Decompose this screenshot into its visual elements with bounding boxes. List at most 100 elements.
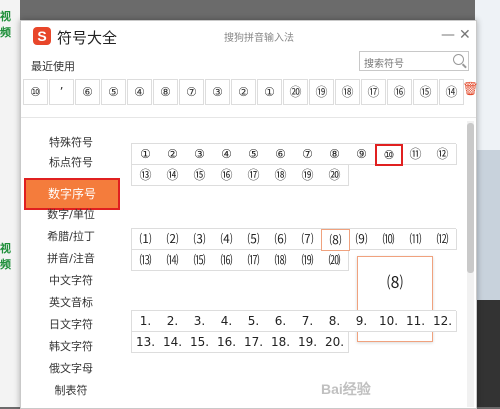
symbol-cell[interactable]: ① [132,144,160,165]
minimize-button[interactable]: — [441,27,455,43]
symbol-cell[interactable]: 10. [375,311,403,332]
recent-symbol[interactable]: ⑦ [179,79,204,105]
symbol-cell[interactable]: ⑥ [267,144,295,165]
symbol-cell[interactable]: 16. [213,332,241,353]
symbol-cell[interactable]: ④ [213,144,241,165]
symbol-cell[interactable]: 15. [186,332,214,353]
symbol-cell[interactable]: ⒂ [186,250,214,271]
window-title: 符号大全 [57,29,118,47]
recent-symbol[interactable]: ① [257,79,282,105]
recent-symbol[interactable]: ⑤ [101,79,126,105]
symbol-cell[interactable]: ⑽ [375,229,403,250]
symbol-cell[interactable]: ⑫ [429,144,457,165]
symbol-cell[interactable]: 3. [186,311,214,332]
symbol-cell[interactable]: 7. [294,311,322,332]
symbol-cell[interactable]: ⑹ [267,229,295,250]
symbol-cell[interactable]: ⑷ [213,229,241,250]
close-icon[interactable]: ✕ [459,27,471,43]
symbol-cell[interactable]: ⒃ [213,250,241,271]
symbol-cell[interactable]: 4. [213,311,241,332]
recent-symbol[interactable]: ’ [49,79,74,105]
symbol-cell[interactable]: ⒀ [132,250,160,271]
recent-symbol[interactable]: ⑲ [309,79,334,105]
symbol-cell[interactable]: 12. [429,311,457,332]
window-subtitle: 搜狗拼音输入法 [224,33,294,44]
symbol-cell[interactable]: 17. [240,332,268,353]
symbol-cell[interactable]: ⑧ [321,144,349,165]
symbol-cell[interactable]: ⑴ [132,229,160,250]
symbol-cell[interactable]: ⑾ [402,229,430,250]
symbol-cell[interactable]: 8. [321,311,349,332]
sidebar-item[interactable]: 希腊/拉丁 [21,226,121,248]
symbol-cell[interactable]: ⑲ [294,165,322,186]
recent-symbol[interactable]: ⑳ [283,79,308,105]
recent-symbol[interactable]: ③ [205,79,230,105]
symbol-cell[interactable]: ⑭ [159,165,187,186]
sidebar-item[interactable]: 制表符 [21,380,121,402]
sidebar-item[interactable]: 拼音/注音 [21,248,121,270]
search-input[interactable] [360,55,448,73]
symbol-cell[interactable]: 14. [159,332,187,353]
symbol-cell[interactable]: ⑵ [159,229,187,250]
symbol-cell[interactable]: ⑶ [186,229,214,250]
symbol-cell[interactable]: 13. [132,332,160,353]
symbol-cell[interactable]: 20. [321,332,349,353]
recent-symbol[interactable]: ⑩ [23,79,48,105]
symbol-cell[interactable]: ⑺ [294,229,322,250]
background-strip [475,0,500,150]
scrollbar[interactable] [467,121,474,407]
sidebar-item[interactable]: 特殊符号 [21,132,121,154]
recent-symbol[interactable]: ⑯ [387,79,412,105]
recent-symbol[interactable]: ④ [127,79,152,105]
symbol-cell[interactable]: ⑦ [294,144,322,165]
recent-symbol[interactable]: ⑧ [153,79,178,105]
symbol-cell[interactable]: 6. [267,311,295,332]
recent-symbol[interactable]: ② [231,79,256,105]
trash-icon[interactable]: 🗑 [462,81,479,99]
symbol-cell[interactable]: ⑤ [240,144,268,165]
symbol-cell[interactable]: ⒁ [159,250,187,271]
sidebar-item[interactable]: 日文字符 [21,314,121,336]
symbol-cell[interactable]: ⑸ [240,229,268,250]
sidebar-item[interactable]: 韩文字符 [21,336,121,358]
sidebar-item[interactable]: 标点符号 [21,152,121,174]
symbol-cell[interactable]: ⑨ [348,144,376,165]
search-box[interactable] [359,51,469,73]
symbol-cell[interactable]: ⑩ [375,144,403,166]
scrollbar-thumb[interactable] [467,123,474,273]
symbol-cell[interactable]: 11. [402,311,430,332]
symbol-cell[interactable]: 2. [159,311,187,332]
sidebar-item[interactable]: 英文音标 [21,292,121,314]
symbol-cell[interactable]: ⑻ [321,229,350,251]
recent-symbol[interactable]: ⑭ [439,79,464,105]
symbol-cell[interactable]: ⑰ [240,165,268,186]
symbol-cell[interactable]: ⑪ [402,144,430,165]
symbol-cell[interactable]: ⑬ [132,165,160,186]
symbol-cell[interactable]: ⒇ [321,250,349,271]
symbol-cell[interactable]: 1. [132,311,160,332]
symbol-cell[interactable]: 19. [294,332,322,353]
symbol-cell[interactable]: ⑼ [348,229,376,250]
sidebar-item[interactable]: 数字/单位 [21,204,121,226]
sidebar-item[interactable]: 中文字符 [21,270,121,292]
symbol-cell[interactable]: ⒆ [294,250,322,271]
symbol-cell[interactable]: 18. [267,332,295,353]
symbol-cell[interactable]: ⑯ [213,165,241,186]
symbol-cell[interactable]: ⑿ [429,229,457,250]
recent-symbol[interactable]: ⑰ [361,79,386,105]
symbol-cell[interactable]: 5. [240,311,268,332]
symbol-cell[interactable]: ⑳ [321,165,349,186]
recent-symbol[interactable]: ⑥ [75,79,100,105]
symbol-cell[interactable]: ⒅ [267,250,295,271]
symbol-cell[interactable]: ⑮ [186,165,214,186]
recent-symbol[interactable]: ⑱ [335,79,360,105]
sidebar-item[interactable]: 俄文字母 [21,358,121,380]
symbol-cell[interactable]: ② [159,144,187,165]
search-icon[interactable] [453,54,464,65]
recent-symbol[interactable]: ⑮ [413,79,438,105]
symbol-cell[interactable]: 9. [348,311,376,332]
symbol-cell[interactable]: ③ [186,144,214,165]
background-right [475,0,500,407]
symbol-cell[interactable]: ⑱ [267,165,295,186]
symbol-cell[interactable]: ⒄ [240,250,268,271]
